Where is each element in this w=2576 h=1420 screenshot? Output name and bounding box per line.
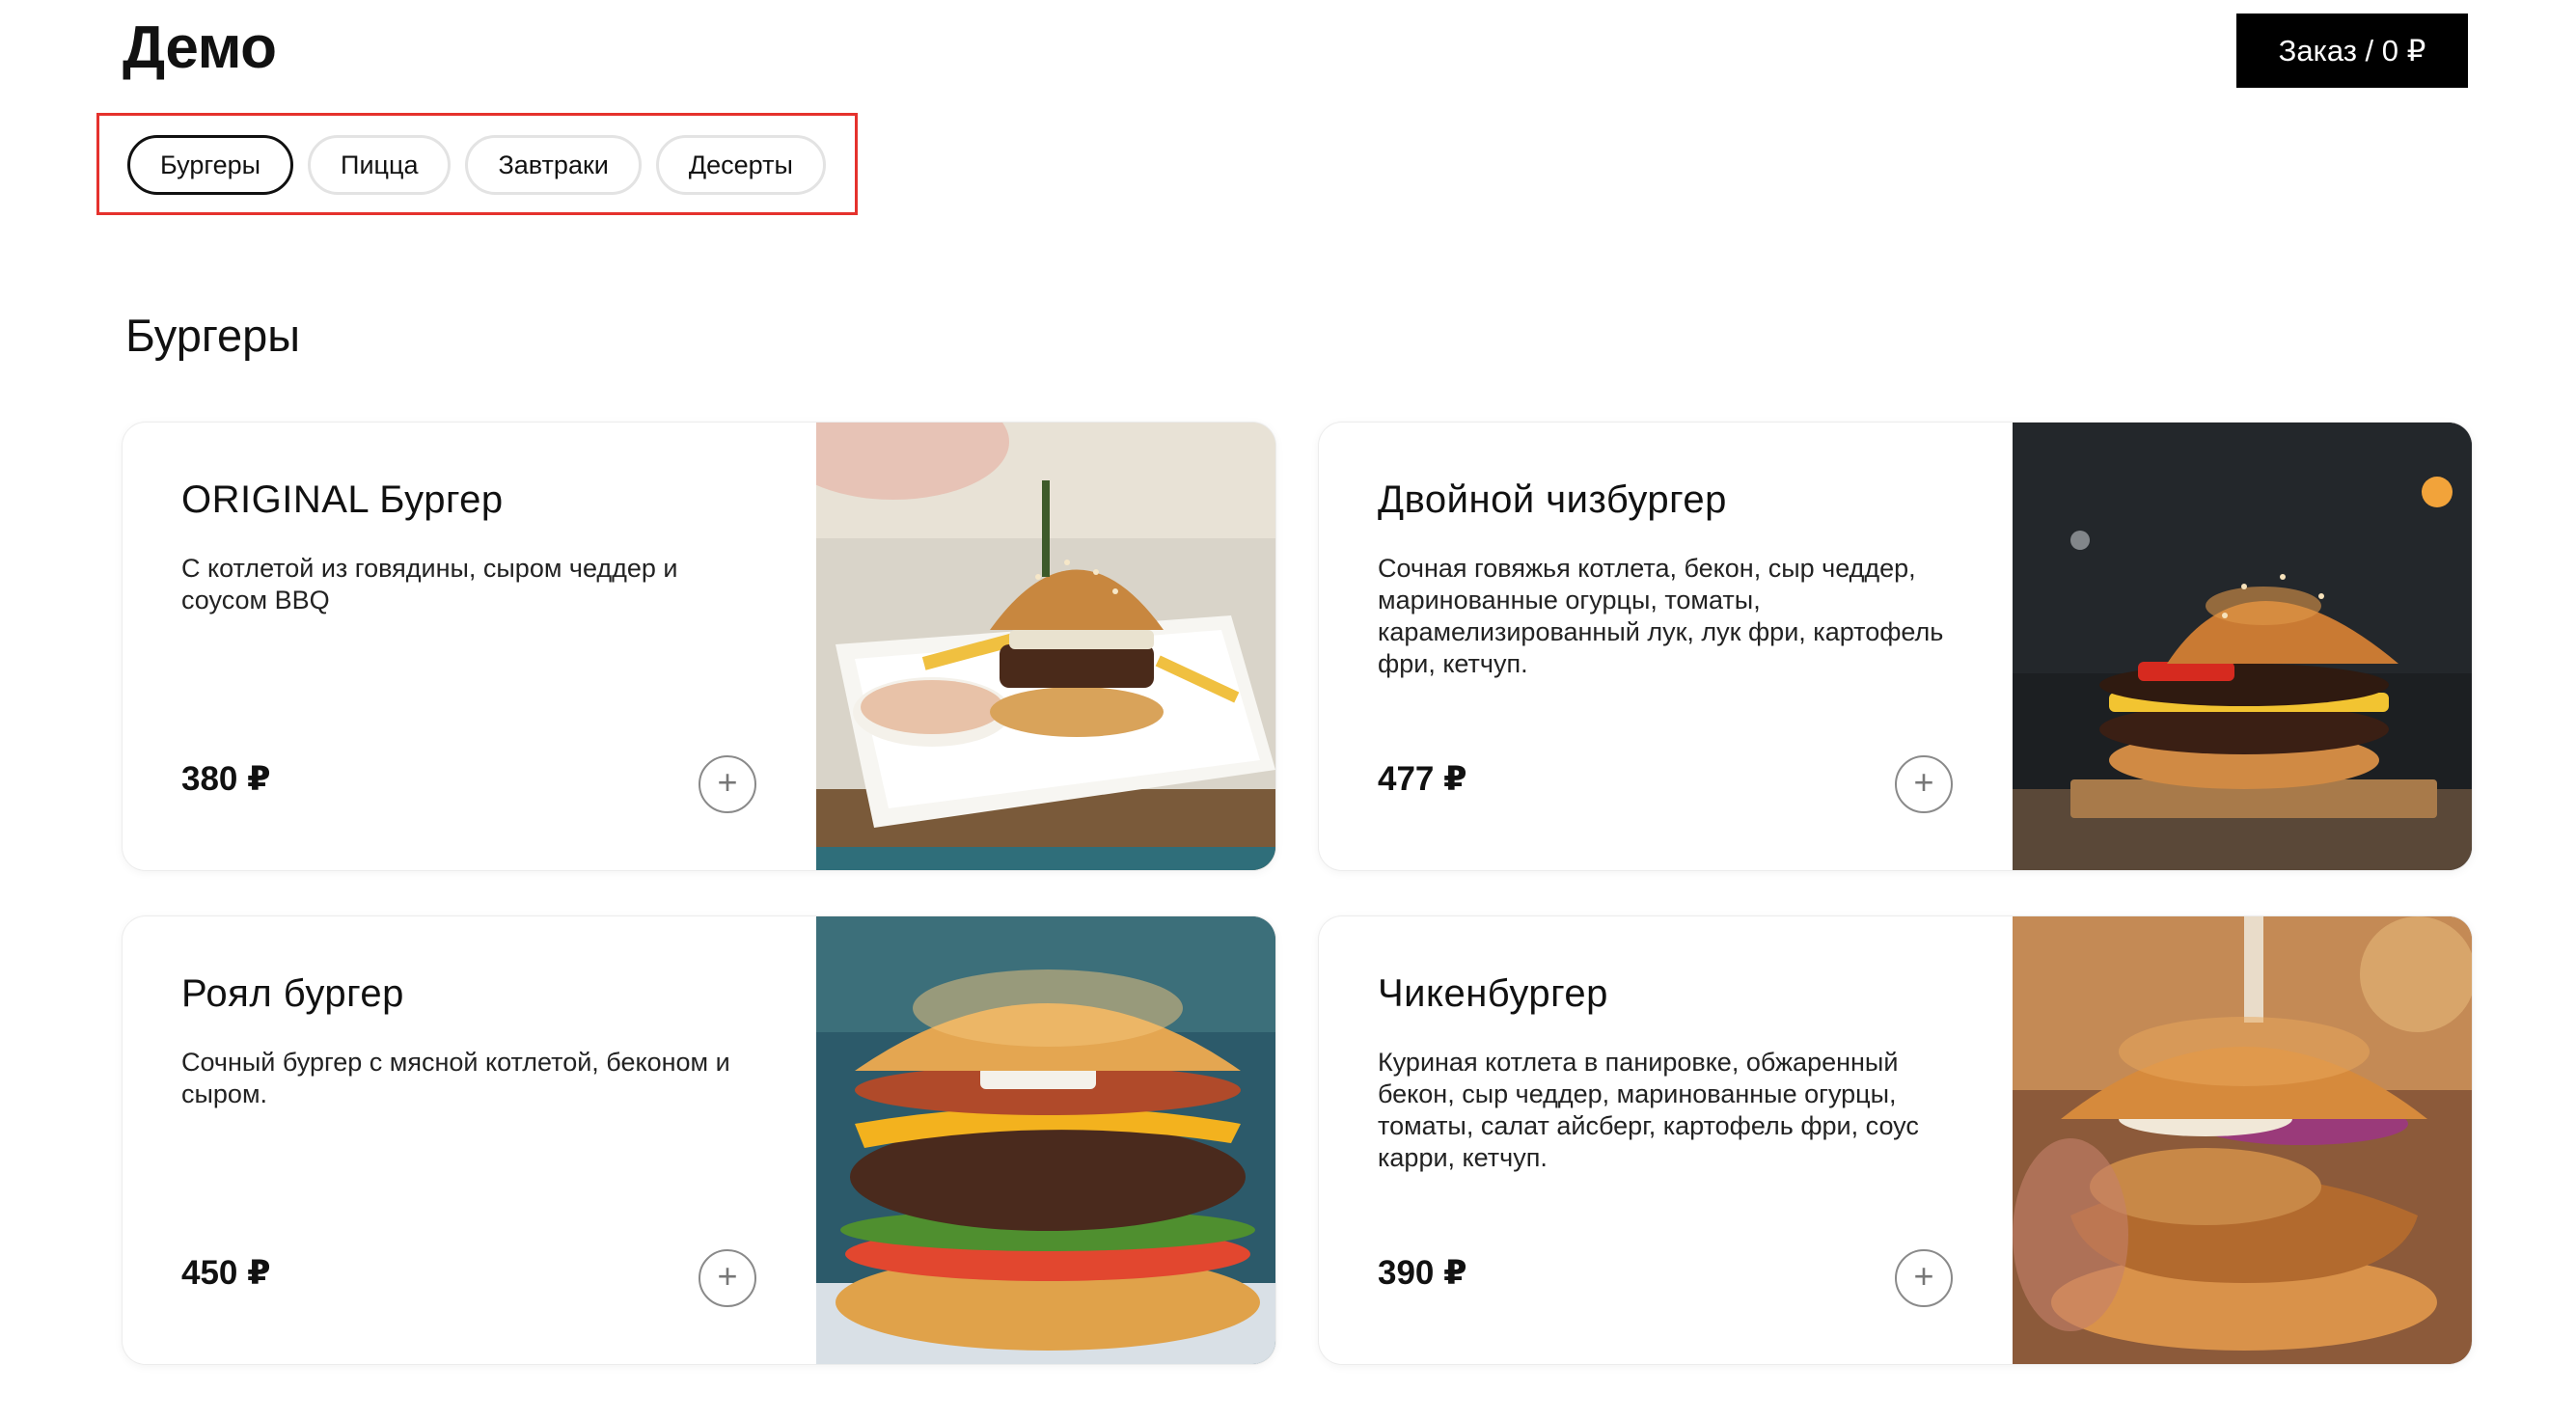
- order-button[interactable]: Заказ / 0 ₽: [2236, 14, 2468, 88]
- category-tab-breakfasts[interactable]: Завтраки: [465, 135, 642, 195]
- product-image: [2013, 916, 2472, 1364]
- product-card[interactable]: ORIGINAL Бургер С котлетой из говядины, …: [123, 423, 1275, 870]
- royal-burger-photo: [816, 916, 1275, 1364]
- category-nav: Бургеры Пицца Завтраки Десерты: [96, 113, 858, 215]
- burger-plate-photo: [816, 423, 1275, 870]
- product-image: [816, 916, 1275, 1364]
- chicken-burger-photo: [2013, 916, 2472, 1364]
- product-image: [2013, 423, 2472, 870]
- add-to-cart-button[interactable]: +: [699, 1249, 756, 1307]
- section-title: Бургеры: [125, 310, 301, 361]
- product-description: Сочная говяжья котлета, бекон, сыр чедде…: [1378, 554, 1944, 678]
- add-to-cart-button[interactable]: +: [1895, 755, 1953, 813]
- product-price: 380 ₽: [181, 760, 271, 798]
- shop-title: Демо: [123, 14, 277, 81]
- product-card[interactable]: Роял бургер Сочный бургер с мясной котле…: [123, 916, 1275, 1364]
- product-description: С котлетой из говядины, сыром чеддер и с…: [181, 554, 678, 614]
- product-name: Чикенбургер: [1378, 972, 1608, 1015]
- category-tab-pizza[interactable]: Пицца: [308, 135, 452, 195]
- product-name: ORIGINAL Бургер: [181, 478, 504, 521]
- add-to-cart-button[interactable]: +: [699, 755, 756, 813]
- add-to-cart-button[interactable]: +: [1895, 1249, 1953, 1307]
- category-tab-desserts[interactable]: Десерты: [655, 135, 826, 195]
- category-tab-burgers[interactable]: Бургеры: [127, 135, 294, 195]
- product-grid: ORIGINAL Бургер С котлетой из говядины, …: [123, 423, 2472, 1364]
- product-price: 477 ₽: [1378, 760, 1467, 798]
- product-price: 450 ₽: [181, 1254, 271, 1292]
- product-description: Куриная котлета в панировке, обжаренный …: [1378, 1048, 1919, 1172]
- product-name: Роял бургер: [181, 972, 404, 1015]
- double-cheeseburger-photo: [2013, 423, 2472, 870]
- product-price: 390 ₽: [1378, 1254, 1467, 1292]
- product-card[interactable]: Двойной чизбургер Сочная говяжья котлета…: [1319, 423, 2472, 870]
- page: Демо Заказ / 0 ₽ Бургеры Пицца Завтраки …: [0, 0, 2576, 1420]
- product-description: Сочный бургер с мясной котлетой, беконом…: [181, 1048, 730, 1108]
- product-image: [816, 423, 1275, 870]
- product-name: Двойной чизбургер: [1378, 478, 1727, 521]
- product-card[interactable]: Чикенбургер Куриная котлета в панировке,…: [1319, 916, 2472, 1364]
